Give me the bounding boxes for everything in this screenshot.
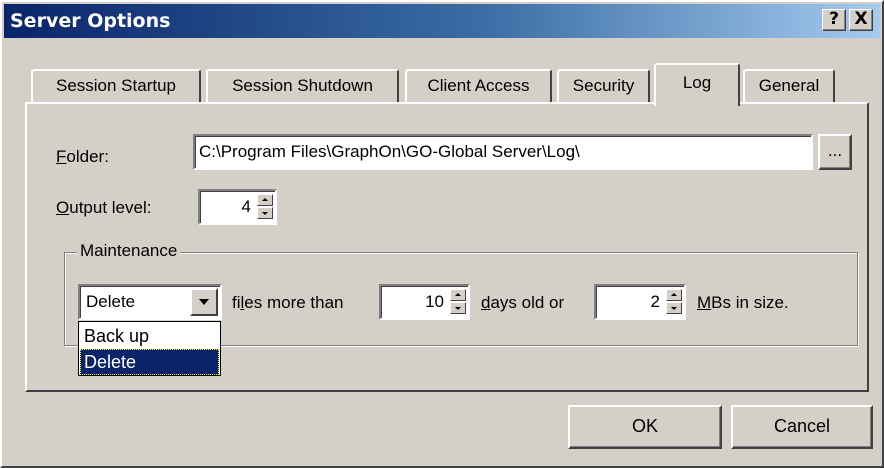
window-title: Server Options — [10, 10, 171, 32]
tab-general[interactable]: General — [743, 69, 835, 103]
days-old-value: 10 — [425, 292, 444, 311]
close-button[interactable]: X — [849, 9, 873, 31]
mb-down-arrow-icon[interactable] — [666, 302, 682, 314]
dropdown-arrow-button[interactable] — [190, 288, 218, 316]
mb-up-arrow-icon[interactable] — [666, 289, 682, 301]
mb-size-label: MBs in size. — [697, 293, 789, 312]
days-old-stepper[interactable]: 10 — [379, 284, 470, 320]
output-level-down-arrow-icon[interactable] — [257, 207, 273, 219]
files-more-than-label: files more than — [232, 293, 344, 312]
output-level-up-arrow-icon[interactable] — [257, 194, 273, 206]
output-level-stepper[interactable]: 4 — [198, 189, 277, 225]
folder-value: C:\Program Files\GraphOn\GO-Global Serve… — [199, 142, 580, 161]
tab-security[interactable]: Security — [557, 69, 650, 103]
tab-client-access[interactable]: Client Access — [405, 69, 552, 103]
cancel-button[interactable]: Cancel — [731, 405, 873, 449]
chevron-down-icon — [199, 299, 209, 305]
ok-button[interactable]: OK — [568, 405, 722, 449]
days-old-label: days old or — [481, 293, 565, 312]
maintenance-action-value: Delete — [86, 292, 136, 311]
browse-folder-button[interactable]: ... — [818, 134, 852, 170]
days-up-arrow-icon[interactable] — [450, 289, 466, 301]
folder-input[interactable]: C:\Program Files\GraphOn\GO-Global Serve… — [193, 134, 813, 170]
mb-size-value: 2 — [650, 292, 660, 311]
folder-label: Folder: — [56, 147, 109, 166]
output-level-value: 4 — [241, 197, 251, 216]
days-down-arrow-icon[interactable] — [450, 302, 466, 314]
output-level-label: Output level: — [56, 198, 152, 217]
tab-session-startup[interactable]: Session Startup — [31, 69, 201, 103]
mb-size-stepper[interactable]: 2 — [594, 284, 686, 320]
maintenance-action-listbox: Back up Delete — [78, 321, 221, 376]
title-bar[interactable]: Server Options ? X — [4, 4, 880, 38]
list-item-back-up[interactable]: Back up — [80, 323, 219, 349]
maintenance-legend: Maintenance — [77, 241, 181, 261]
tab-log[interactable]: Log — [654, 63, 740, 106]
list-item-delete[interactable]: Delete — [80, 349, 219, 375]
maintenance-action-dropdown[interactable]: Delete — [78, 284, 222, 320]
help-button[interactable]: ? — [822, 9, 846, 31]
tab-session-shutdown[interactable]: Session Shutdown — [206, 69, 399, 103]
